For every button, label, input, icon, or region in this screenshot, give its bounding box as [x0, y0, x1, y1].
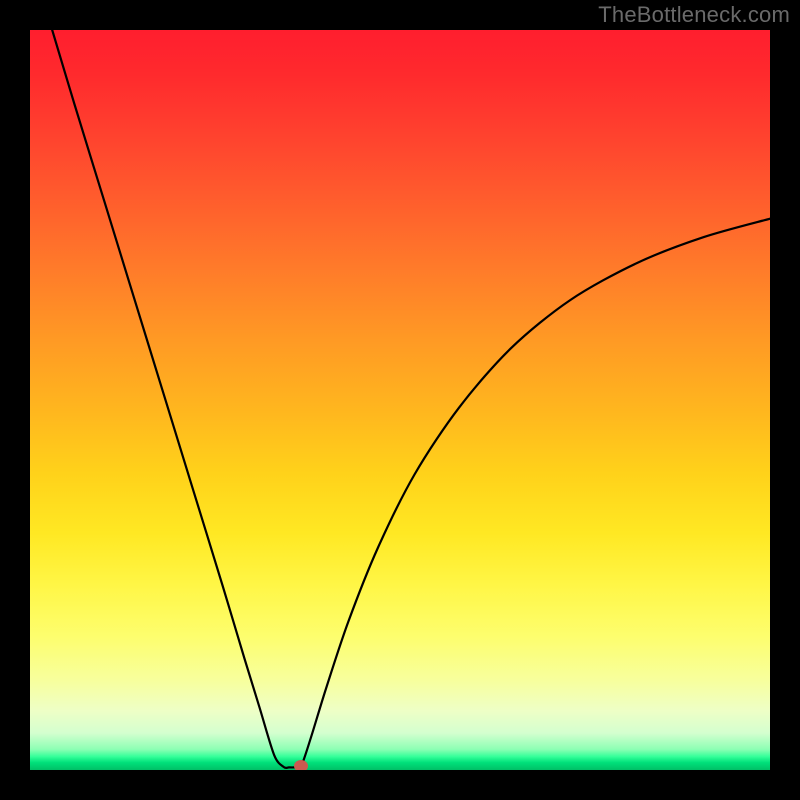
- curve-svg: [30, 30, 770, 770]
- optimum-marker: [294, 760, 308, 770]
- chart-frame: TheBottleneck.com: [0, 0, 800, 800]
- watermark-text: TheBottleneck.com: [598, 2, 790, 28]
- bottleneck-curve: [52, 30, 770, 769]
- plot-area: [30, 30, 770, 770]
